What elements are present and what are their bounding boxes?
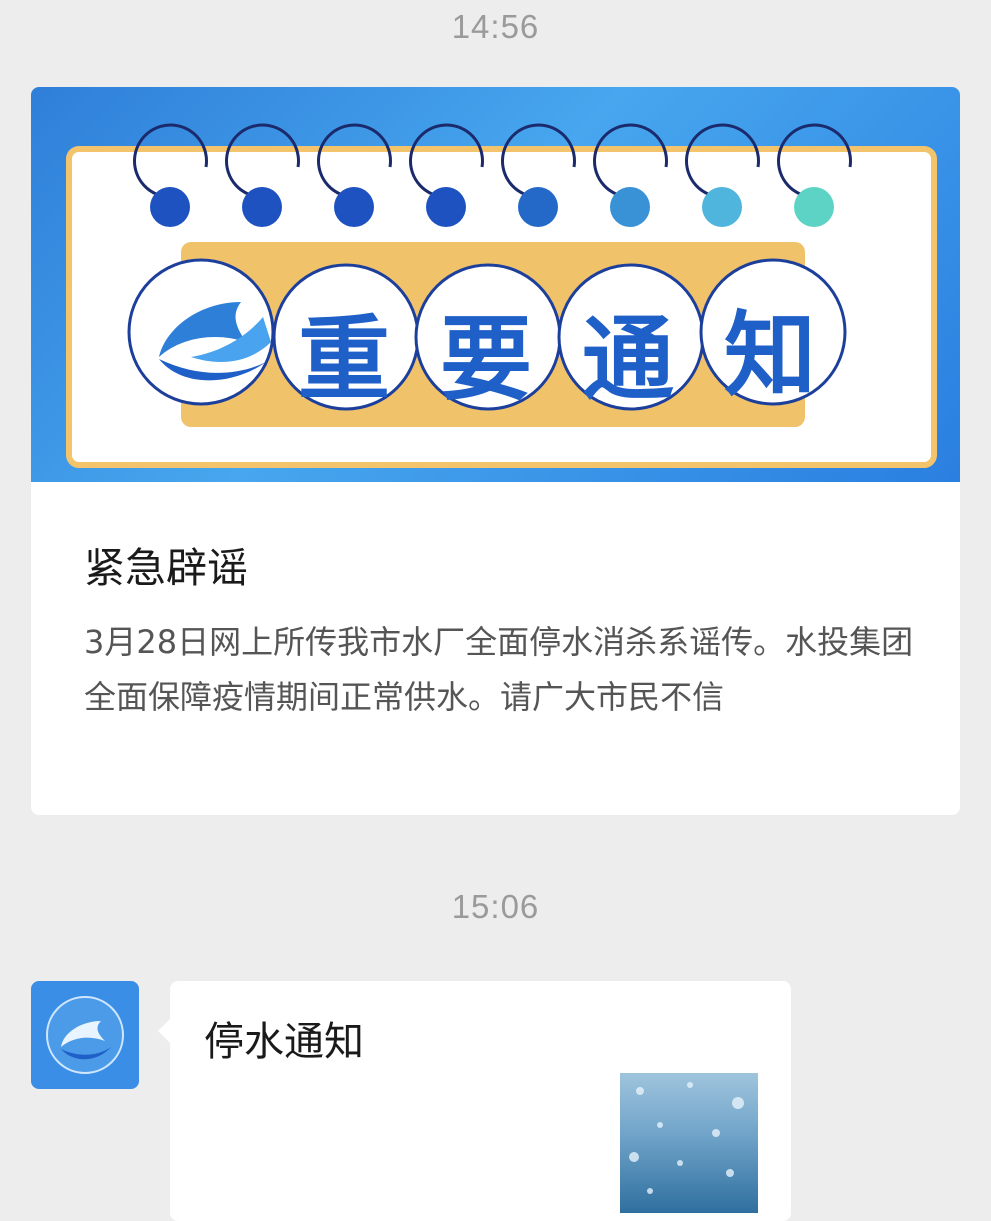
article-card[interactable]: 重 要 通 知 ◔ 长春水务 紧急辟谣 3月28日网上所传我市水厂全面停水消杀系…: [31, 87, 960, 815]
cover-title-char: 重: [298, 306, 391, 413]
avatar[interactable]: [31, 981, 139, 1089]
timestamp: 15:06: [451, 888, 540, 925]
message-title: 停水通知: [204, 1019, 364, 1065]
article-summary: 3月28日网上所传我市水厂全面停水消杀系谣传。水投集团全面保障疫情期间正常供水。…: [84, 623, 914, 716]
cover-image: 重 要 通 知 ◔ 长春水务: [31, 87, 960, 482]
message-bubble[interactable]: 停水通知: [158, 981, 791, 1221]
cover-title: 重 要 通 知: [286, 285, 886, 413]
water-droplets-image: [629, 1082, 744, 1194]
article-title: 紧急辟谣: [84, 544, 248, 592]
cover-title-char: 知: [724, 302, 817, 409]
cover-title-char: 要: [440, 306, 533, 413]
timestamp: 14:56: [451, 8, 540, 45]
wechat-icon: ◔: [815, 439, 835, 464]
water-drop-logo-icon: [46, 996, 124, 1074]
message-thumbnail: [620, 1073, 758, 1213]
cover-watermark: ◔ 长春水务: [816, 433, 930, 465]
watermark-text: 长春水务: [841, 439, 930, 464]
cover-title-char: 通: [582, 306, 675, 413]
